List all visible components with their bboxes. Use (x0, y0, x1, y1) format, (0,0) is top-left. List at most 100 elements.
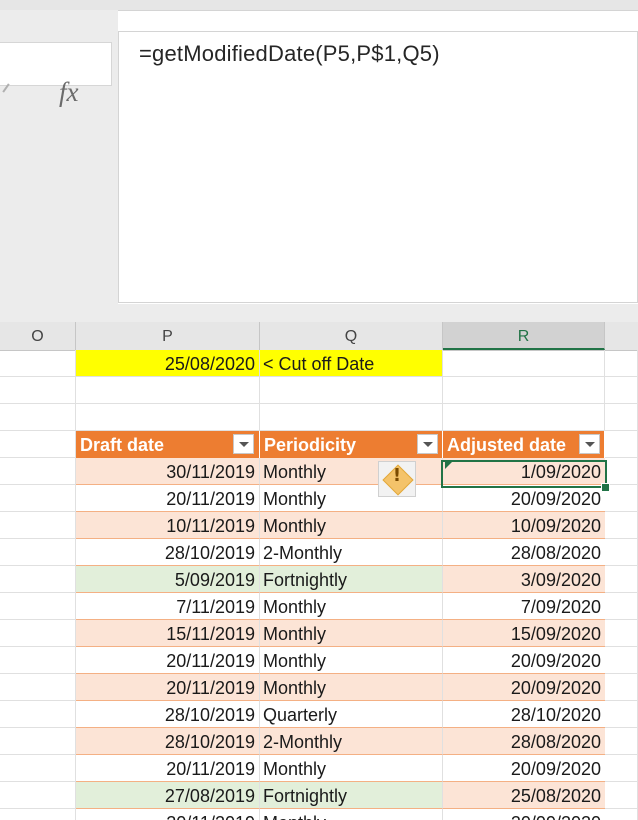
adjusted-date-cell[interactable]: 20/09/2020 (443, 755, 605, 782)
adjusted-date-cell[interactable]: 10/09/2020 (443, 512, 605, 539)
grid-cell[interactable] (0, 512, 76, 539)
periodicity-cell[interactable]: Quarterly (260, 701, 443, 728)
column-header-s[interactable] (605, 322, 638, 350)
formula-bar[interactable]: =getModifiedDate(P5,P$1,Q5) (118, 31, 638, 303)
draft-date-cell[interactable]: 10/11/2019 (76, 512, 260, 539)
periodicity-cell[interactable]: Monthly (260, 512, 443, 539)
adjusted-date-cell[interactable]: 28/08/2020 (443, 728, 605, 755)
periodicity-cell[interactable]: Monthly (260, 620, 443, 647)
periodicity-cell[interactable]: Monthly (260, 674, 443, 701)
periodicity-cell[interactable]: Monthly (260, 647, 443, 674)
draft-date-cell[interactable]: 20/11/2019 (76, 755, 260, 782)
grid-cell[interactable] (0, 620, 76, 647)
draft-date-cell[interactable]: 20/11/2019 (76, 674, 260, 701)
periodicity-cell[interactable]: Fortnightly (260, 566, 443, 593)
grid-cell[interactable] (605, 593, 638, 620)
draft-date-cell[interactable]: 20/11/2019 (76, 809, 260, 820)
draft-date-cell[interactable]: 7/11/2019 (76, 593, 260, 620)
adjusted-date-cell[interactable]: 20/09/2020 (443, 809, 605, 820)
grid-cell[interactable] (443, 350, 605, 377)
grid-cell[interactable] (605, 377, 638, 404)
error-warning-button[interactable]: ! (378, 461, 416, 497)
grid-cell[interactable] (0, 593, 76, 620)
adjusted-date-cell[interactable]: 7/09/2020 (443, 593, 605, 620)
fx-button[interactable]: fx (0, 42, 112, 107)
grid-cell[interactable] (605, 350, 638, 377)
draft-date-cell[interactable]: 15/11/2019 (76, 620, 260, 647)
header-periodicity[interactable]: Periodicity (260, 431, 443, 458)
draft-date-cell[interactable]: 20/11/2019 (76, 485, 260, 512)
grid-cell[interactable] (0, 485, 76, 512)
adjusted-date-cell[interactable]: 15/09/2020 (443, 620, 605, 647)
periodicity-cell[interactable]: Monthly (260, 593, 443, 620)
grid-cell[interactable] (605, 782, 638, 809)
fill-handle[interactable] (601, 483, 610, 492)
formula-text[interactable]: =getModifiedDate(P5,P$1,Q5) (139, 41, 440, 67)
cutoff-date-cell[interactable]: 25/08/2020 (76, 350, 260, 377)
grid-cell[interactable] (0, 782, 76, 809)
header-draft-date[interactable]: Draft date (76, 431, 260, 458)
grid-cell[interactable] (605, 647, 638, 674)
grid-cell[interactable] (0, 701, 76, 728)
grid-cell[interactable] (0, 431, 76, 458)
grid-cell[interactable] (76, 377, 260, 404)
grid-cell[interactable] (0, 350, 76, 377)
grid-cell[interactable] (605, 539, 638, 566)
column-header-r[interactable]: R (443, 322, 605, 350)
draft-date-cell[interactable]: 28/10/2019 (76, 701, 260, 728)
grid-cell[interactable] (260, 404, 443, 431)
adjusted-date-cell[interactable]: 28/10/2020 (443, 701, 605, 728)
adjusted-date-cell[interactable]: 20/09/2020 (443, 674, 605, 701)
draft-date-cell[interactable]: 28/10/2019 (76, 728, 260, 755)
grid-cell[interactable] (605, 701, 638, 728)
filter-dropdown-icon[interactable] (417, 434, 438, 454)
grid-cell[interactable] (0, 377, 76, 404)
grid-cell[interactable] (0, 458, 76, 485)
filter-dropdown-icon[interactable] (579, 434, 600, 454)
periodicity-cell[interactable]: Fortnightly (260, 782, 443, 809)
grid-cell[interactable] (0, 728, 76, 755)
grid-cell[interactable] (76, 404, 260, 431)
grid-cell[interactable] (0, 404, 76, 431)
periodicity-cell[interactable]: Monthly (260, 809, 443, 820)
grid-cell[interactable] (443, 377, 605, 404)
draft-date-cell[interactable]: 20/11/2019 (76, 647, 260, 674)
grid-cell[interactable] (605, 458, 638, 485)
draft-date-cell[interactable]: 28/10/2019 (76, 539, 260, 566)
adjusted-date-cell[interactable]: 25/08/2020 (443, 782, 605, 809)
periodicity-cell[interactable]: Monthly (260, 755, 443, 782)
adjusted-date-cell[interactable]: 20/09/2020 (443, 647, 605, 674)
cutoff-label-cell[interactable]: < Cut off Date (260, 350, 443, 377)
column-header-o[interactable]: O (0, 322, 76, 350)
grid-cell[interactable] (605, 728, 638, 755)
grid-cell[interactable] (0, 809, 76, 820)
grid-cell[interactable] (0, 647, 76, 674)
adjusted-date-cell[interactable]: 1/09/2020 (443, 458, 605, 485)
grid-cell[interactable] (0, 566, 76, 593)
grid-cell[interactable] (443, 404, 605, 431)
grid-cell[interactable] (605, 809, 638, 820)
adjusted-date-cell[interactable]: 28/08/2020 (443, 539, 605, 566)
draft-date-cell[interactable]: 27/08/2019 (76, 782, 260, 809)
column-header-p[interactable]: P (76, 322, 260, 350)
adjusted-date-cell[interactable]: 20/09/2020 (443, 485, 605, 512)
grid-cell[interactable] (605, 674, 638, 701)
grid-cell[interactable] (260, 377, 443, 404)
check-icon[interactable] (2, 83, 10, 93)
draft-date-cell[interactable]: 30/11/2019 (76, 458, 260, 485)
grid-cell[interactable] (605, 566, 638, 593)
filter-dropdown-icon[interactable] (233, 434, 254, 454)
grid-cell[interactable] (605, 620, 638, 647)
fx-icon[interactable]: fx (59, 77, 79, 108)
draft-date-cell[interactable]: 5/09/2019 (76, 566, 260, 593)
grid-cell[interactable] (0, 539, 76, 566)
grid-cell[interactable] (605, 755, 638, 782)
adjusted-date-cell[interactable]: 3/09/2020 (443, 566, 605, 593)
periodicity-cell[interactable]: 2-Monthly (260, 728, 443, 755)
grid-cell[interactable] (0, 674, 76, 701)
grid-cell[interactable] (605, 404, 638, 431)
grid-cell[interactable] (0, 755, 76, 782)
column-header-q[interactable]: Q (260, 322, 443, 350)
grid-cell[interactable] (605, 512, 638, 539)
periodicity-cell[interactable]: 2-Monthly (260, 539, 443, 566)
